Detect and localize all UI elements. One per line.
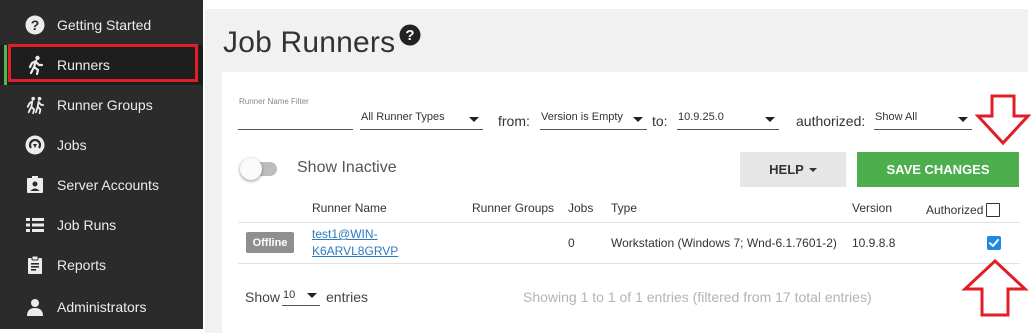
sidebar-item-label: Runner Groups	[57, 97, 153, 113]
authorized-select[interactable]: Show All	[874, 108, 972, 130]
page-title: Job Runners	[223, 26, 396, 59]
show-inactive-label: Show Inactive	[297, 159, 397, 176]
chevron-down-icon	[633, 117, 643, 122]
row-divider	[238, 263, 1020, 264]
column-header-runner-name[interactable]: Runner Name	[312, 201, 387, 215]
authorized-checkbox[interactable]	[987, 236, 1001, 250]
account-badge-icon	[25, 175, 45, 195]
sidebar-item-administrators[interactable]: Administrators	[0, 287, 203, 327]
help-button[interactable]: HELP	[740, 152, 846, 187]
chevron-down-icon	[765, 117, 775, 122]
status-badge: Offline	[246, 232, 294, 253]
to-label: to:	[652, 113, 668, 129]
sidebar-item-label: Reports	[57, 257, 107, 273]
jobs-cell: 0	[568, 236, 575, 250]
sidebar-item-runner-groups[interactable]: Runner Groups	[0, 85, 203, 125]
save-changes-button[interactable]: SAVE CHANGES	[857, 152, 1019, 187]
table-info: Showing 1 to 1 of 1 entries (filtered fr…	[523, 289, 872, 305]
runner-name-link[interactable]: test1@WIN- K6ARVL8GRVP	[312, 226, 412, 260]
from-label: from:	[498, 113, 530, 129]
chevron-down-icon	[808, 167, 817, 172]
arrow-up-annotation-icon	[961, 258, 1029, 317]
chevron-down-icon	[958, 117, 968, 122]
sidebar-item-job-runs[interactable]: Job Runs	[0, 205, 203, 245]
to-version-select[interactable]: 10.9.25.0	[677, 108, 779, 130]
type-cell: Workstation (Windows 7; Wnd-6.1.7601-2)	[611, 236, 837, 250]
sidebar-item-label: Getting Started	[57, 17, 152, 33]
select-all-authorized-checkbox[interactable]	[986, 203, 1000, 217]
sidebar-item-getting-started[interactable]: ? Getting Started	[0, 5, 203, 45]
from-version-select[interactable]: Version is Empty	[540, 108, 647, 130]
list-icon	[25, 215, 45, 235]
column-header-type[interactable]: Type	[611, 201, 637, 215]
authorized-label: authorized:	[796, 113, 866, 129]
arrow-down-annotation-icon	[975, 94, 1031, 146]
sidebar-item-server-accounts[interactable]: Server Accounts	[0, 165, 203, 205]
sidebar-item-label: Job Runs	[57, 217, 117, 233]
version-cell: 10.9.8.8	[852, 236, 896, 250]
sidebar-item-label: Jobs	[57, 137, 87, 153]
sidebar-item-label: Administrators	[57, 299, 147, 315]
show-label: Show	[245, 289, 281, 305]
entries-label: entries	[326, 289, 369, 305]
header-divider	[238, 222, 1020, 223]
checkmark-icon	[989, 239, 999, 247]
column-header-runner-groups[interactable]: Runner Groups	[472, 201, 554, 215]
sidebar-item-label: Server Accounts	[57, 177, 159, 193]
clipboard-icon	[25, 255, 45, 275]
sidebar-item-reports[interactable]: Reports	[0, 245, 203, 285]
runners-highlight-annotation	[8, 44, 198, 82]
sidebar: ? Getting Started Runners Runner Groups …	[0, 0, 203, 329]
column-header-jobs[interactable]: Jobs	[568, 201, 593, 215]
user-icon	[25, 297, 45, 317]
jobs-icon	[25, 135, 45, 155]
runner-name-filter-input[interactable]	[238, 108, 353, 130]
runner-name-filter-label: Runner Name Filter	[239, 97, 309, 106]
runner-type-select[interactable]: All Runner Types	[360, 108, 483, 130]
entries-per-page-select[interactable]: 10	[282, 288, 320, 306]
svg-text:?: ?	[31, 17, 40, 33]
chevron-down-icon	[469, 117, 479, 122]
show-inactive-toggle-knob[interactable]	[240, 158, 262, 180]
column-header-version[interactable]: Version	[852, 201, 892, 215]
svg-text:?: ?	[405, 27, 414, 44]
column-header-authorized[interactable]: Authorized	[926, 203, 983, 217]
help-question-icon[interactable]: ?	[399, 24, 421, 46]
question-circle-icon: ?	[25, 15, 45, 35]
chevron-down-icon	[307, 293, 317, 298]
runner-group-icon	[25, 95, 45, 115]
sidebar-item-jobs[interactable]: Jobs	[0, 125, 203, 165]
